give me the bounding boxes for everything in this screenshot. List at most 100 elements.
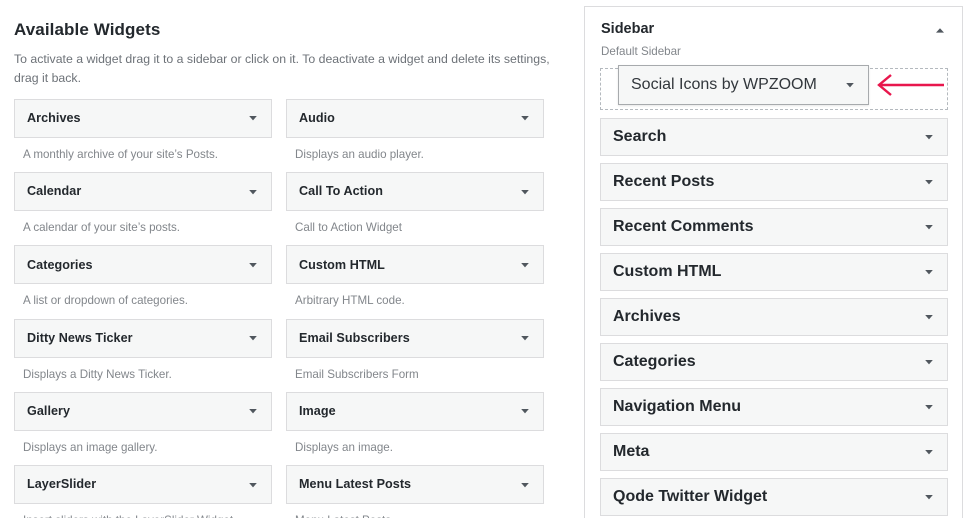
dragged-widget-label: Social Icons by WPZOOM bbox=[631, 76, 817, 94]
chevron-down-icon[interactable] bbox=[922, 220, 936, 234]
widget-box[interactable]: Audio bbox=[286, 98, 544, 138]
sidebar-widget-item[interactable]: Archives bbox=[600, 298, 948, 337]
sidebar-widget-item[interactable]: Qode Twitter Widget bbox=[600, 478, 948, 517]
chevron-down-icon[interactable] bbox=[922, 130, 936, 144]
chevron-down-icon[interactable] bbox=[922, 175, 936, 189]
widget-title: LayerSlider bbox=[27, 477, 97, 492]
available-widget-entry: Audio Displays an audio player. bbox=[286, 98, 544, 172]
sidebar-widget-item[interactable]: Search bbox=[600, 118, 948, 157]
available-widget-entry: Call To Action Call to Action Widget bbox=[286, 172, 544, 245]
available-widgets-column-2: Audio Displays an audio player. Call To Ac… bbox=[286, 98, 544, 518]
widget-box[interactable]: Email Subscribers bbox=[286, 318, 544, 358]
widget-box[interactable]: Calendar bbox=[14, 172, 272, 212]
available-widget-entry: Image Displays an image. bbox=[286, 391, 544, 465]
chevron-down-icon[interactable] bbox=[922, 400, 936, 414]
sidebar-header[interactable]: Sidebar Default Sidebar bbox=[585, 7, 962, 59]
sidebar-widget-label: Meta bbox=[613, 443, 650, 461]
widget-description: Insert sliders with the LayerSlider Widg… bbox=[14, 504, 272, 518]
available-widget-entry: Custom HTML Arbitrary HTML code. bbox=[286, 245, 544, 318]
widget-title: Categories bbox=[27, 257, 93, 272]
sidebar-widget-label: Search bbox=[613, 128, 667, 146]
widget-title: Audio bbox=[299, 111, 335, 126]
widget-title: Image bbox=[299, 404, 336, 419]
widget-description: A monthly archive of your site’s Posts. bbox=[23, 147, 219, 161]
chevron-down-icon[interactable] bbox=[922, 310, 936, 324]
chevron-down-icon[interactable] bbox=[246, 258, 260, 272]
widget-box[interactable]: Custom HTML bbox=[286, 245, 544, 285]
widget-box[interactable]: Call To Action bbox=[286, 172, 544, 212]
widget-title: Email Subscribers bbox=[299, 330, 410, 345]
chevron-down-icon[interactable] bbox=[518, 331, 532, 345]
sidebar-subtitle: Default Sidebar bbox=[601, 45, 681, 59]
sidebar-widget-item[interactable]: Recent Comments bbox=[600, 208, 948, 247]
chevron-down-icon[interactable] bbox=[843, 78, 857, 92]
sidebar-widget-label: Categories bbox=[613, 353, 696, 371]
sidebar-title: Sidebar bbox=[601, 21, 655, 37]
sidebar-widget-item[interactable]: Custom HTML bbox=[600, 253, 948, 292]
available-widget-entry: Gallery Displays an image gallery. bbox=[14, 391, 272, 465]
widget-description: Menu Latest Posts bbox=[286, 504, 544, 518]
dragged-widget-social-icons-by-wpzoom[interactable]: Social Icons by WPZOOM bbox=[618, 65, 869, 106]
chevron-down-icon[interactable] bbox=[246, 111, 260, 125]
chevron-down-icon[interactable] bbox=[246, 404, 260, 418]
widget-description: Displays an image gallery. bbox=[23, 440, 158, 454]
sidebar-widget-item[interactable]: Navigation Menu bbox=[600, 388, 948, 427]
widget-box[interactable]: Ditty News Ticker bbox=[14, 318, 272, 358]
widget-box[interactable]: LayerSlider bbox=[14, 465, 272, 505]
available-widget-entry: Archives A monthly archive of your site’s… bbox=[14, 98, 272, 172]
widget-description: A list or dropdown of categories. bbox=[23, 294, 188, 308]
widget-title: Call To Action bbox=[299, 184, 383, 199]
widget-box[interactable]: Gallery bbox=[14, 391, 272, 431]
available-widget-entry: Menu Latest Posts Menu Latest Posts bbox=[286, 465, 544, 518]
chevron-up-icon[interactable] bbox=[932, 23, 948, 39]
sidebar-widget-item[interactable]: Categories bbox=[600, 343, 948, 382]
chevron-down-icon[interactable] bbox=[922, 355, 936, 369]
sidebar-widget-label: Recent Posts bbox=[613, 173, 715, 191]
chevron-down-icon[interactable] bbox=[922, 490, 936, 504]
widget-box[interactable]: Menu Latest Posts bbox=[286, 465, 544, 505]
sidebar-widget-label: Archives bbox=[613, 308, 681, 326]
widget-title: Custom HTML bbox=[299, 257, 385, 272]
widget-box[interactable]: Image bbox=[286, 391, 544, 431]
available-widget-entry: Calendar A calendar of your site’s posts. bbox=[14, 172, 272, 245]
chevron-down-icon[interactable] bbox=[922, 265, 936, 279]
chevron-down-icon[interactable] bbox=[246, 478, 260, 492]
widget-box[interactable]: Archives bbox=[14, 98, 272, 138]
sidebar-widget-item[interactable]: Recent Posts bbox=[600, 163, 948, 202]
widgets-admin-screen: Available Widgets To activate a widget d… bbox=[0, 0, 969, 518]
widget-title: Gallery bbox=[27, 404, 71, 419]
widget-box[interactable]: Categories bbox=[14, 245, 272, 285]
widget-title: Menu Latest Posts bbox=[299, 477, 412, 492]
sidebar-widget-label: Custom HTML bbox=[613, 263, 722, 281]
sidebar-widget-item[interactable]: Meta bbox=[600, 433, 948, 472]
widget-description: Arbitrary HTML code. bbox=[295, 294, 405, 308]
chevron-down-icon[interactable] bbox=[246, 185, 260, 199]
chevron-down-icon[interactable] bbox=[518, 185, 532, 199]
available-widget-entry: Ditty News Ticker Displays a Ditty News T… bbox=[14, 318, 272, 392]
widget-description: Displays an image. bbox=[295, 440, 393, 454]
chevron-down-icon[interactable] bbox=[518, 111, 532, 125]
widget-title: Ditty News Ticker bbox=[27, 330, 133, 345]
chevron-down-icon[interactable] bbox=[518, 404, 532, 418]
widget-description: Displays a Ditty News Ticker. bbox=[23, 367, 172, 381]
page-title: Available Widgets bbox=[14, 20, 161, 39]
available-widget-entry: LayerSlider Insert sliders with the Layer… bbox=[14, 465, 272, 518]
widget-description: A calendar of your site’s posts. bbox=[23, 221, 181, 235]
widget-drop-placeholder[interactable]: Social Icons by WPZOOM bbox=[600, 65, 948, 111]
chevron-down-icon[interactable] bbox=[518, 478, 532, 492]
sidebar-widget-label: Qode Twitter Widget bbox=[613, 488, 768, 506]
chevron-down-icon[interactable] bbox=[922, 445, 936, 459]
available-widgets-column-1: Archives A monthly archive of your site’s… bbox=[14, 98, 272, 518]
sidebar-panel: Sidebar Default Sidebar Social Icons by … bbox=[584, 6, 963, 518]
page-description: To activate a widget drag it to a sideba… bbox=[14, 52, 550, 85]
chevron-down-icon[interactable] bbox=[518, 258, 532, 272]
widget-description: Call to Action Widget bbox=[295, 221, 402, 235]
widget-description: Email Subscribers Form bbox=[295, 367, 419, 381]
sidebar-widget-label: Recent Comments bbox=[613, 218, 754, 236]
sidebar-widget-label: Navigation Menu bbox=[613, 398, 742, 416]
chevron-down-icon[interactable] bbox=[246, 331, 260, 345]
widget-title: Calendar bbox=[27, 184, 82, 199]
available-widget-entry: Categories A list or dropdown of categori… bbox=[14, 245, 272, 318]
available-widget-entry: Email Subscribers Email Subscribers Form bbox=[286, 318, 544, 392]
available-widgets-panel: Available Widgets To activate a widget d… bbox=[0, 0, 566, 518]
